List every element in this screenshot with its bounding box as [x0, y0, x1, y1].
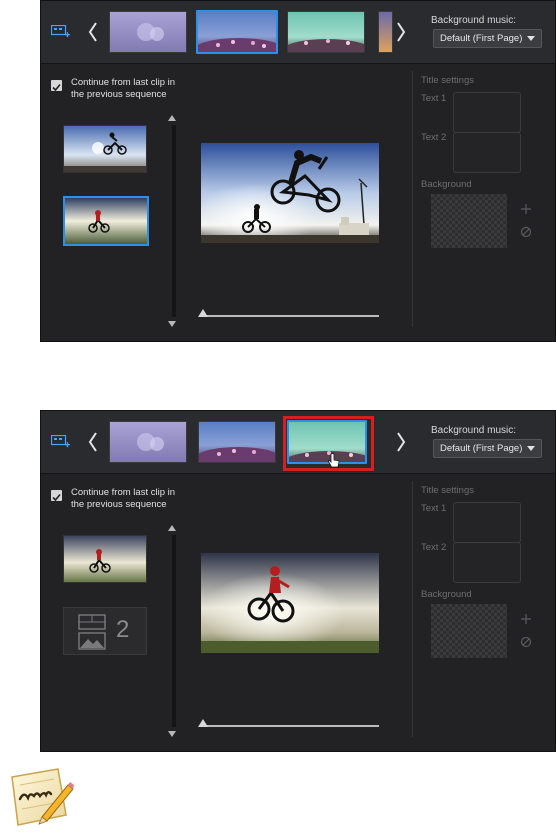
plus-icon[interactable]: [520, 203, 532, 215]
no-background-icon[interactable]: [520, 636, 532, 648]
theme-thumbnail-4[interactable]: [378, 11, 393, 53]
scroll-down-arrow[interactable]: [168, 731, 176, 737]
theme-thumbnail-strip: Background music: Default (First Page): [41, 1, 555, 64]
text2-label: Text 2: [421, 542, 447, 553]
timeline-handle[interactable]: [198, 719, 208, 727]
panel-divider: [412, 481, 413, 737]
background-music-label: Background music:: [431, 15, 517, 26]
theme-designer-panel-before: Background music: Default (First Page) C…: [40, 0, 556, 342]
chevron-left-icon[interactable]: [86, 428, 100, 456]
theme-thumbnail-2[interactable]: [196, 10, 278, 54]
continue-label: Continue from last clip in the previous …: [71, 77, 176, 100]
storyboard-icon[interactable]: [51, 435, 71, 449]
theme-thumbnail-2[interactable]: [198, 421, 276, 463]
preview-window: [201, 553, 379, 653]
background-label: Background: [421, 179, 472, 190]
clip-thumbnail-1[interactable]: [63, 535, 147, 583]
empty-clip-slot[interactable]: 2: [63, 607, 147, 655]
background-thumbnail[interactable]: [431, 194, 507, 248]
storyboard-icon[interactable]: [51, 25, 71, 39]
panel-divider: [412, 71, 413, 327]
chevron-right-icon[interactable]: [394, 428, 408, 456]
clip-thumbnail-1[interactable]: [63, 125, 147, 173]
title-settings-label: Title settings: [421, 485, 474, 496]
chevron-left-icon[interactable]: [86, 18, 100, 46]
text1-label: Text 1: [421, 93, 447, 104]
background-music-value: Default (First Page): [440, 443, 523, 454]
background-thumbnail[interactable]: [431, 604, 507, 658]
scroll-down-arrow[interactable]: [168, 321, 176, 327]
no-background-icon[interactable]: [520, 226, 532, 238]
hand-cursor-icon: [327, 453, 340, 468]
continue-label: Continue from last clip in the previous …: [71, 487, 176, 510]
chevron-right-icon[interactable]: [394, 18, 408, 46]
background-music-dropdown[interactable]: Default (First Page): [433, 439, 542, 458]
chevron-down-icon: [527, 36, 535, 41]
timeline-slider[interactable]: [203, 725, 379, 727]
theme-thumbnail-1[interactable]: [109, 11, 187, 53]
theme-designer-panel-after: Background music: Default (First Page) C…: [40, 410, 556, 752]
background-label: Background: [421, 589, 472, 600]
background-music-label: Background music:: [431, 425, 517, 436]
text2-field[interactable]: [453, 542, 521, 583]
timeline-slider[interactable]: [203, 315, 379, 317]
preview-window: [201, 143, 379, 243]
clip-thumbnail-2-selected[interactable]: [63, 196, 149, 246]
title-settings-label: Title settings: [421, 75, 474, 86]
continue-checkbox[interactable]: [51, 80, 62, 92]
background-music-value: Default (First Page): [440, 33, 523, 44]
theme-thumbnail-1[interactable]: [109, 421, 187, 463]
scroll-up-arrow[interactable]: [168, 115, 176, 121]
plus-icon[interactable]: [520, 613, 532, 625]
theme-thumbnail-3[interactable]: [287, 11, 365, 53]
clip-scrollbar[interactable]: [172, 125, 176, 317]
clip-scrollbar[interactable]: [172, 535, 176, 727]
text2-label: Text 2: [421, 132, 447, 143]
scroll-up-arrow[interactable]: [168, 525, 176, 531]
text1-field[interactable]: [453, 502, 521, 543]
continue-checkbox[interactable]: [51, 490, 62, 502]
text2-field[interactable]: [453, 132, 521, 173]
placeholder-number: 2: [116, 616, 130, 643]
note-pencil-icon: [11, 768, 74, 826]
layout-placeholder-icon: [78, 614, 106, 650]
text1-field[interactable]: [453, 92, 521, 133]
text1-label: Text 1: [421, 503, 447, 514]
timeline-handle[interactable]: [198, 309, 208, 317]
chevron-down-icon: [527, 446, 535, 451]
background-music-dropdown[interactable]: Default (First Page): [433, 29, 542, 48]
